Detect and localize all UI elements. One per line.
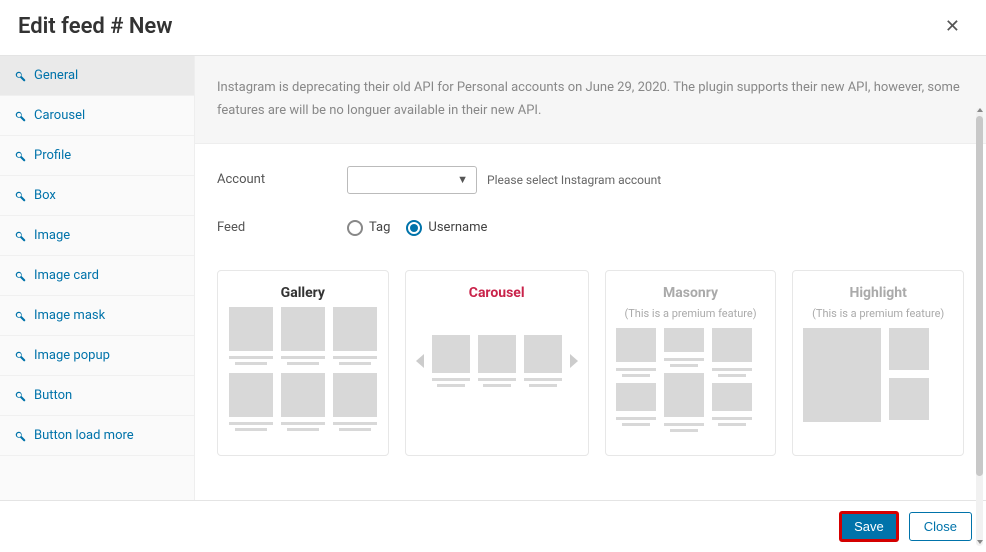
wrench-icon bbox=[14, 310, 26, 322]
sidebar-item-label: Button load more bbox=[34, 428, 134, 443]
sidebar-item-box[interactable]: Box bbox=[0, 176, 194, 216]
account-row: Account ▼ Please select Instagram accoun… bbox=[217, 166, 964, 194]
wrench-icon bbox=[14, 350, 26, 362]
sidebar-item-image-popup[interactable]: Image popup bbox=[0, 336, 194, 376]
sidebar-item-image-card[interactable]: Image card bbox=[0, 256, 194, 296]
layout-card-title: Highlight bbox=[803, 285, 953, 301]
account-hint: Please select Instagram account bbox=[487, 173, 661, 187]
layout-card-subtitle: (This is a premium feature) bbox=[616, 307, 766, 320]
layout-card-title: Masonry bbox=[616, 285, 766, 301]
wrench-icon bbox=[14, 270, 26, 282]
feed-label: Feed bbox=[217, 220, 347, 235]
sidebar-item-label: Button bbox=[34, 388, 72, 403]
layout-card-subtitle: (This is a premium feature) bbox=[803, 307, 953, 320]
sidebar-item-image-mask[interactable]: Image mask bbox=[0, 296, 194, 336]
wrench-icon bbox=[14, 110, 26, 122]
scrollbar-thumb[interactable] bbox=[976, 116, 983, 476]
wrench-icon bbox=[14, 430, 26, 442]
wrench-icon bbox=[14, 150, 26, 162]
arrow-right-icon bbox=[570, 354, 578, 368]
feed-radio-tag-label: Tag bbox=[369, 220, 390, 235]
sidebar-item-button[interactable]: Button bbox=[0, 376, 194, 416]
sidebar-item-profile[interactable]: Profile bbox=[0, 136, 194, 176]
layout-card-highlight[interactable]: Highlight (This is a premium feature) bbox=[792, 270, 964, 456]
sidebar-item-label: Image card bbox=[34, 268, 99, 283]
sidebar-item-label: Image popup bbox=[34, 348, 110, 363]
sidebar-item-label: General bbox=[34, 68, 78, 83]
chevron-down-icon: ▼ bbox=[457, 173, 468, 186]
api-notice: Instagram is deprecating their old API f… bbox=[195, 56, 986, 144]
radio-icon bbox=[347, 220, 363, 236]
wrench-icon bbox=[14, 190, 26, 202]
save-button[interactable]: Save bbox=[839, 511, 899, 542]
close-button[interactable]: Close bbox=[909, 512, 972, 541]
feed-radio-tag[interactable]: Tag bbox=[347, 220, 390, 236]
sidebar-item-label: Box bbox=[34, 188, 56, 203]
account-select[interactable]: ▼ bbox=[347, 166, 477, 194]
feed-radio-username[interactable]: Username bbox=[406, 220, 487, 236]
sidebar-item-carousel[interactable]: Carousel bbox=[0, 96, 194, 136]
layout-card-gallery[interactable]: Gallery bbox=[217, 270, 389, 456]
feed-row: Feed Tag Username bbox=[217, 220, 964, 236]
page-title: Edit feed # New bbox=[18, 14, 173, 39]
sidebar-item-image[interactable]: Image bbox=[0, 216, 194, 256]
sidebar: General Carousel Profile Box Image Image… bbox=[0, 56, 195, 500]
content-panel: Instagram is deprecating their old API f… bbox=[195, 56, 986, 500]
feed-radio-username-label: Username bbox=[428, 220, 487, 235]
account-label: Account bbox=[217, 172, 347, 187]
sidebar-item-label: Image mask bbox=[34, 308, 105, 323]
wrench-icon bbox=[14, 230, 26, 242]
layout-card-title: Gallery bbox=[228, 285, 378, 301]
arrow-left-icon bbox=[416, 354, 424, 368]
sidebar-item-label: Image bbox=[34, 228, 70, 243]
close-icon[interactable]: ✕ bbox=[937, 12, 968, 41]
scrollbar[interactable] bbox=[976, 108, 983, 546]
layout-card-carousel[interactable]: Carousel bbox=[405, 270, 589, 456]
layout-card-masonry[interactable]: Masonry (This is a premium feature) bbox=[605, 270, 777, 456]
layout-card-title: Carousel bbox=[416, 285, 578, 301]
sidebar-item-label: Carousel bbox=[34, 108, 85, 123]
wrench-icon bbox=[14, 390, 26, 402]
sidebar-item-general[interactable]: General bbox=[0, 56, 194, 96]
sidebar-item-button-load-more[interactable]: Button load more bbox=[0, 416, 194, 456]
radio-icon bbox=[406, 220, 422, 236]
wrench-icon bbox=[14, 70, 26, 82]
sidebar-item-label: Profile bbox=[34, 148, 71, 163]
